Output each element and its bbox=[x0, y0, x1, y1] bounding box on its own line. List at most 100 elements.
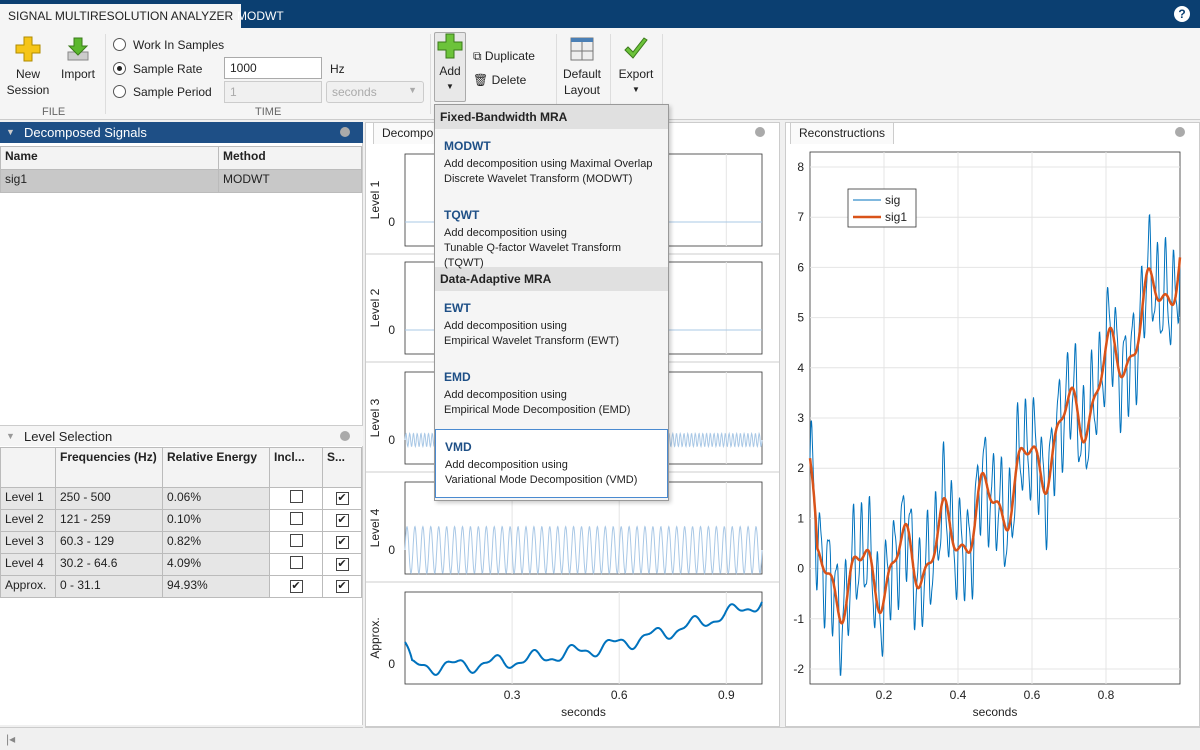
level-name: Level 4 bbox=[0, 553, 56, 576]
level-selection-table: Frequencies (Hz) Relative Energy Incl... S.… bbox=[0, 447, 362, 598]
include-checkbox[interactable] bbox=[289, 490, 303, 503]
level-label: Level 4 bbox=[368, 508, 382, 547]
menu-item-title: VMD bbox=[445, 440, 472, 454]
left-panel: Decomposed Signals NameMethod sig1MODWT … bbox=[0, 122, 363, 725]
column-header-method[interactable]: Method bbox=[218, 146, 362, 170]
sample-period-input[interactable]: 1 bbox=[224, 81, 322, 103]
decomposed-signals-header: Decomposed Signals bbox=[0, 122, 363, 143]
new-session-label: New Session bbox=[6, 67, 50, 97]
x-tick-label: 0.9 bbox=[718, 688, 735, 702]
table-row[interactable]: Level 2 121 - 259 0.10% ✔ bbox=[0, 509, 362, 532]
sample-period-radio[interactable] bbox=[113, 85, 126, 98]
x-axis-label: seconds bbox=[973, 705, 1018, 719]
level-label: Approx. bbox=[368, 617, 382, 658]
y-tick-label: 0 bbox=[388, 323, 395, 337]
x-tick-label: 0.8 bbox=[1098, 688, 1115, 702]
column-header-show[interactable]: S... bbox=[322, 447, 362, 488]
title-bar: SIGNAL MULTIRESOLUTION ANALYZER MODWT ? bbox=[0, 0, 1200, 28]
show-checkbox[interactable]: ✔ bbox=[335, 514, 349, 527]
y-tick-label: -1 bbox=[793, 612, 804, 626]
show-checkbox[interactable]: ✔ bbox=[335, 492, 349, 505]
sample-rate-radio[interactable] bbox=[113, 62, 126, 75]
menu-item-ewt[interactable]: EWT Add decomposition using Empirical Wave… bbox=[435, 291, 668, 360]
import-label: Import bbox=[60, 67, 95, 81]
frequency-range: 121 - 259 bbox=[55, 509, 163, 532]
add-button[interactable]: Add ▼ bbox=[434, 32, 466, 102]
y-tick-label: 5 bbox=[797, 311, 804, 325]
table-row[interactable]: Level 3 60.3 - 129 0.82% ✔ bbox=[0, 531, 362, 554]
duplicate-icon: ⧉ bbox=[473, 49, 482, 63]
collapse-left-icon[interactable]: |◂ bbox=[0, 727, 363, 750]
tab-decomposition[interactable]: Decompo bbox=[373, 122, 443, 144]
delete-button[interactable]: 🗑 Delete bbox=[473, 72, 526, 88]
tab-modwt[interactable]: MODWT bbox=[229, 4, 292, 28]
help-icon[interactable]: ? bbox=[1174, 6, 1190, 22]
sample-rate-input[interactable]: 1000 bbox=[224, 57, 322, 79]
level-label: Level 1 bbox=[368, 180, 382, 219]
menu-group-header: Fixed-Bandwidth MRA bbox=[435, 105, 668, 129]
sample-period-label: Sample Period bbox=[133, 85, 212, 99]
x-tick-label: 0.3 bbox=[504, 688, 521, 702]
period-unit-dropdown[interactable]: seconds ▼ bbox=[326, 81, 424, 103]
default-layout-button[interactable]: Default Layout bbox=[560, 36, 604, 98]
menu-item-emd[interactable]: EMD Add decomposition using Empirical Mode… bbox=[435, 360, 668, 429]
level-name: Approx. bbox=[0, 575, 56, 598]
frequency-range: 30.2 - 64.6 bbox=[55, 553, 163, 576]
plus-icon bbox=[15, 36, 41, 62]
panel-options-icon[interactable] bbox=[755, 127, 765, 137]
import-button[interactable]: Import bbox=[58, 36, 98, 82]
table-row[interactable]: Level 1 250 - 500 0.06% ✔ bbox=[0, 487, 362, 510]
menu-item-desc: Empirical Wavelet Transform (EWT) bbox=[444, 335, 620, 347]
level-name: Level 1 bbox=[0, 487, 56, 510]
show-checkbox[interactable]: ✔ bbox=[335, 580, 349, 593]
column-header-frequencies[interactable]: Frequencies (Hz) bbox=[55, 447, 163, 488]
tab-reconstructions[interactable]: Reconstructions bbox=[790, 122, 895, 144]
default-layout-label: Default Layout bbox=[562, 67, 602, 97]
panel-options-icon[interactable] bbox=[340, 431, 350, 441]
table-row[interactable]: Approx. 0 - 31.1 94.93% ✔ ✔ bbox=[0, 575, 362, 598]
x-tick-label: 0.4 bbox=[950, 688, 967, 702]
chevron-down-icon: ▼ bbox=[446, 82, 454, 91]
include-checkbox[interactable] bbox=[289, 512, 303, 525]
panel-options-icon[interactable] bbox=[1175, 127, 1185, 137]
checkmark-icon bbox=[624, 37, 648, 59]
export-button[interactable]: Export ▼ bbox=[614, 36, 658, 98]
menu-item-tqwt[interactable]: TQWT Add decomposition using Tunable Q-fac… bbox=[435, 198, 668, 269]
table-row[interactable]: Level 4 30.2 - 64.6 4.09% ✔ bbox=[0, 553, 362, 576]
column-header-include[interactable]: Incl... bbox=[269, 447, 323, 488]
table-row[interactable]: sig1 MODWT bbox=[0, 169, 362, 193]
column-header-name[interactable]: Name bbox=[0, 146, 219, 170]
menu-item-title: EWT bbox=[444, 301, 471, 315]
menu-item-desc: Discrete Wavelet Transform (MODWT) bbox=[444, 173, 633, 185]
y-tick-label: 4 bbox=[797, 361, 804, 375]
new-session-button[interactable]: New Session bbox=[6, 36, 50, 98]
work-in-samples-label: Work In Samples bbox=[133, 38, 225, 52]
menu-item-title: MODWT bbox=[444, 139, 491, 153]
menu-item-modwt[interactable]: MODWT Add decomposition using Maximal Ove… bbox=[435, 129, 668, 198]
tab-signal-multiresolution-analyzer[interactable]: SIGNAL MULTIRESOLUTION ANALYZER bbox=[0, 4, 242, 28]
time-section-label: TIME bbox=[255, 106, 282, 118]
menu-item-desc: Add decomposition using bbox=[445, 459, 568, 471]
show-checkbox[interactable]: ✔ bbox=[335, 536, 349, 549]
frequency-range: 250 - 500 bbox=[55, 487, 163, 510]
relative-energy: 0.10% bbox=[162, 509, 270, 532]
y-tick-label: 8 bbox=[797, 160, 804, 174]
include-checkbox[interactable] bbox=[289, 534, 303, 547]
menu-item-vmd[interactable]: VMD Add decomposition using Variational Mo… bbox=[435, 429, 668, 498]
decomposed-signals-table: Name Method sig1 MODWT bbox=[0, 146, 362, 193]
show-checkbox[interactable]: ✔ bbox=[335, 558, 349, 571]
include-checkbox[interactable] bbox=[289, 556, 303, 569]
duplicate-button[interactable]: ⧉ Duplicate bbox=[473, 48, 535, 64]
include-checkbox[interactable]: ✔ bbox=[289, 580, 303, 593]
layout-icon bbox=[570, 37, 594, 61]
x-axis-label: seconds bbox=[561, 705, 606, 719]
y-tick-label: 0 bbox=[388, 543, 395, 557]
panel-options-icon[interactable] bbox=[340, 127, 350, 137]
work-in-samples-radio[interactable] bbox=[113, 38, 126, 51]
menu-item-desc: Add decomposition using bbox=[444, 227, 567, 239]
frequency-range: 60.3 - 129 bbox=[55, 531, 163, 554]
signal-name: sig1 bbox=[0, 169, 219, 193]
column-header-relative-energy[interactable]: Relative Energy bbox=[162, 447, 270, 488]
legend-label-sig1: sig1 bbox=[885, 210, 907, 224]
menu-item-desc: Empirical Mode Decomposition (EMD) bbox=[444, 404, 631, 416]
